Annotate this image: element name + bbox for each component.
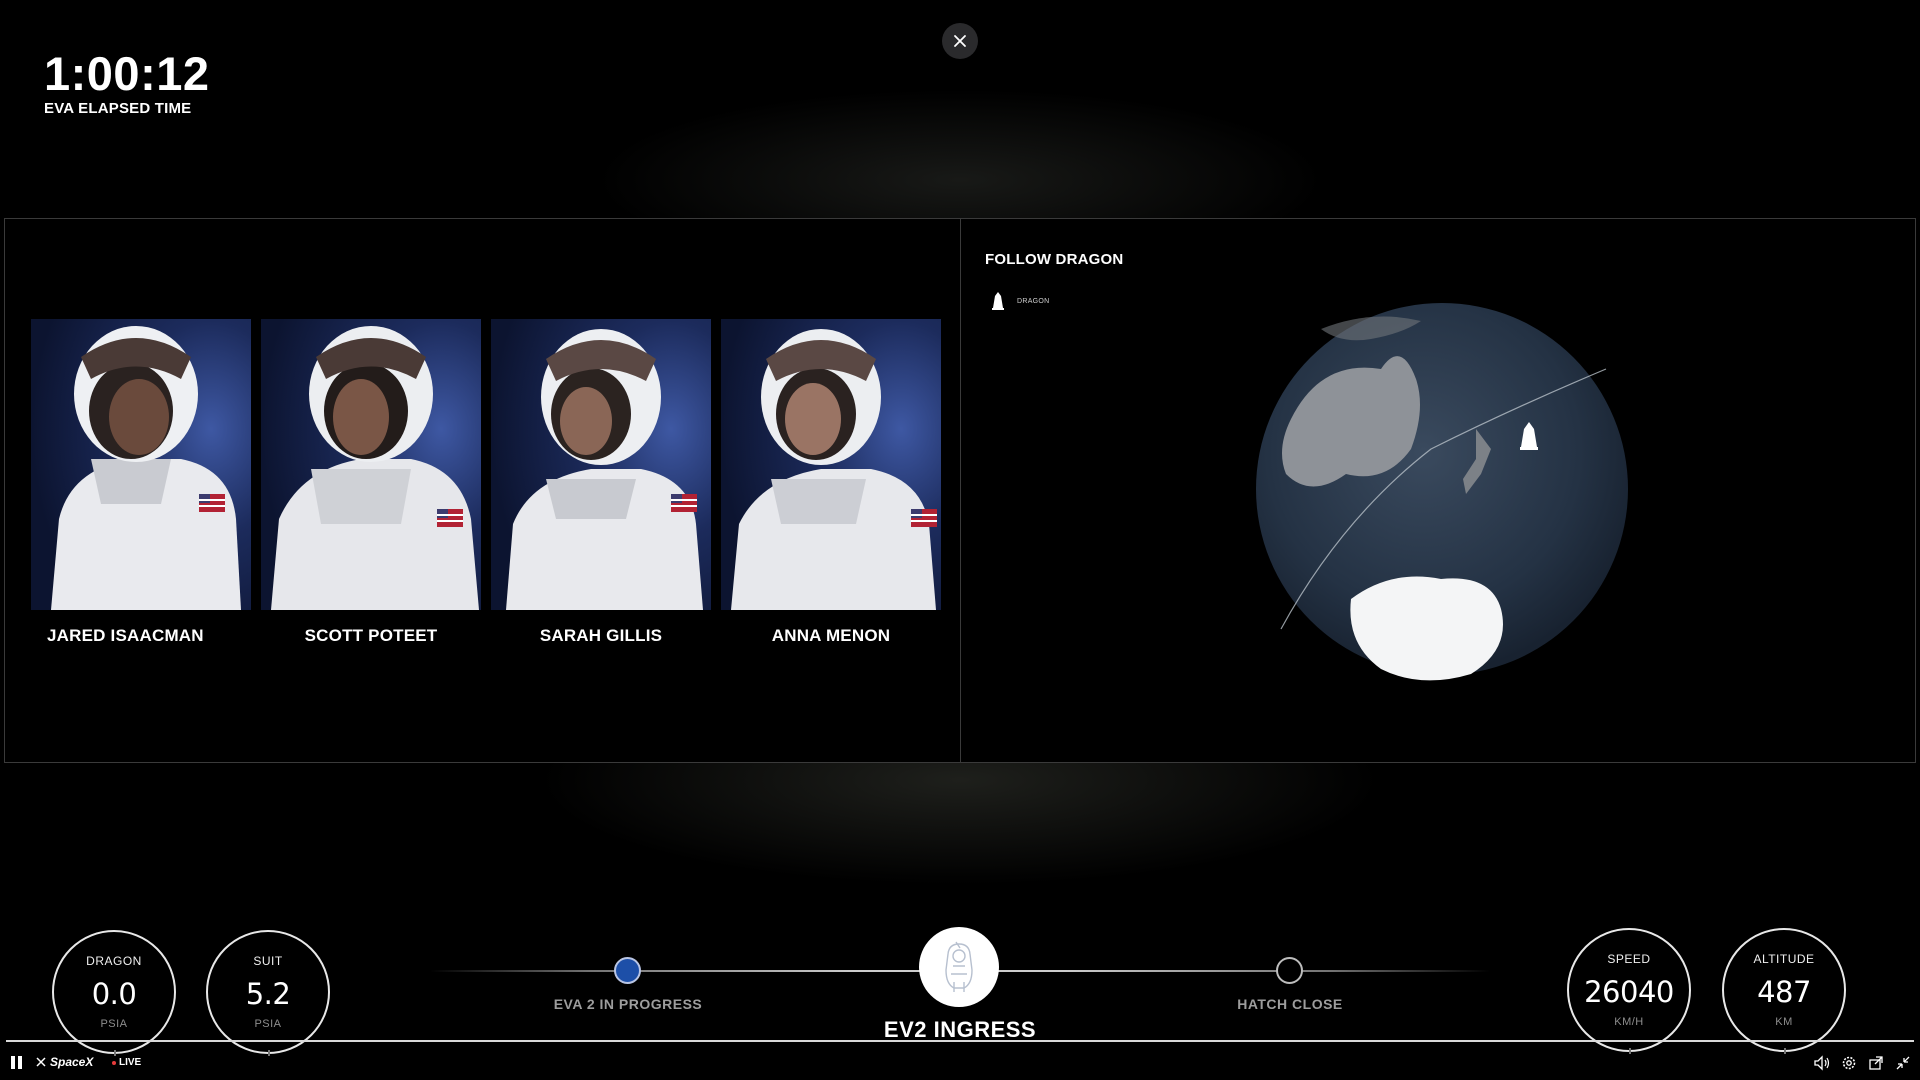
- crew-portrait: [721, 319, 941, 610]
- gauge-value: 5.2: [245, 977, 291, 1011]
- exit-fullscreen-button[interactable]: [1894, 1054, 1912, 1072]
- astronaut-ingress-icon: [945, 941, 973, 992]
- crew-panel: JARED ISAACMAN SCOTT POTEET SARAH GILLIS…: [4, 218, 961, 763]
- gauge-title: ALTITUDE: [1753, 952, 1815, 966]
- tracker-legend: DRAGON: [991, 291, 1050, 311]
- pause-icon: [11, 1056, 15, 1069]
- altitude-gauge: ALTITUDE 487 KM: [1722, 928, 1846, 1054]
- timeline-step-upcoming[interactable]: [1276, 957, 1303, 984]
- exit-fullscreen-icon: [1896, 1056, 1910, 1070]
- crew-name: SARAH GILLIS: [539, 626, 663, 645]
- astronaut-portrait-image: [271, 326, 479, 610]
- gauge-title: DRAGON: [86, 954, 142, 968]
- crew-name: ANNA MENON: [771, 626, 891, 645]
- timeline-next-step-label: HATCH CLOSE: [1237, 996, 1343, 1012]
- crew-name: JARED ISAACMAN: [47, 626, 204, 645]
- pause-icon: [18, 1056, 22, 1069]
- dragon-pressure-gauge: DRAGON 0.0 PSIA: [52, 930, 176, 1056]
- suit-pressure-gauge: SUIT 5.2 PSIA: [206, 930, 330, 1056]
- gauge-value: 0.0: [91, 977, 137, 1011]
- live-indicator[interactable]: LIVE: [112, 1057, 141, 1068]
- tracker-title: FOLLOW DRAGON: [985, 251, 1124, 268]
- earth-globe[interactable]: [1251, 299, 1671, 699]
- timeline-step-current[interactable]: [919, 927, 999, 1007]
- crew-names: JARED ISAACMAN SCOTT POTEET SARAH GILLIS…: [31, 626, 941, 646]
- speed-gauge: SPEED 26040 KM/H: [1567, 928, 1691, 1054]
- dragon-capsule-icon: [992, 292, 1004, 310]
- brand-name: SpaceX: [50, 1055, 94, 1069]
- close-icon: [954, 35, 966, 47]
- gauge-value: 26040: [1584, 975, 1674, 1009]
- popout-button[interactable]: [1867, 1054, 1885, 1072]
- spacex-logo-icon: [36, 1057, 46, 1067]
- legend-label: DRAGON: [1017, 297, 1050, 305]
- crew-name: SCOTT POTEET: [304, 626, 438, 645]
- elapsed-time-value: 1:00:12: [44, 47, 210, 100]
- live-label: LIVE: [119, 1057, 142, 1068]
- gauge-title: SPEED: [1607, 952, 1651, 966]
- dragon-tracker-panel: FOLLOW DRAGON DRAGON: [960, 218, 1916, 763]
- volume-icon: [1814, 1055, 1830, 1071]
- gauge-title: SUIT: [253, 954, 283, 968]
- gauge-value: 487: [1757, 975, 1811, 1009]
- crew-portraits: [31, 319, 941, 610]
- gauge-unit: KM/H: [1614, 1016, 1644, 1028]
- volume-button[interactable]: [1813, 1054, 1831, 1072]
- channel-brand[interactable]: SpaceX: [36, 1055, 93, 1069]
- astronaut-portrait-image: [51, 326, 241, 610]
- timeline-step-completed[interactable]: [614, 957, 641, 984]
- close-button[interactable]: [942, 23, 978, 59]
- eva-elapsed-timer: 1:00:12 EVA ELAPSED TIME: [44, 50, 210, 117]
- astronaut-portrait-image: [731, 329, 937, 610]
- video-progress-bar[interactable]: [6, 1040, 1914, 1042]
- crew-portrait: [31, 319, 251, 610]
- gauge-unit: PSIA: [254, 1018, 282, 1030]
- gauge-unit: PSIA: [100, 1018, 128, 1030]
- timeline-previous-step-label: EVA 2 IN PROGRESS: [553, 996, 703, 1012]
- video-player-controls: SpaceX LIVE: [0, 1050, 1920, 1080]
- globe-map[interactable]: [1251, 299, 1671, 699]
- live-dot-icon: [112, 1060, 116, 1065]
- elapsed-time-label: EVA ELAPSED TIME: [44, 100, 192, 117]
- settings-button[interactable]: [1840, 1054, 1858, 1072]
- popout-icon: [1869, 1056, 1883, 1070]
- gauge-unit: KM: [1775, 1016, 1793, 1028]
- gear-icon: [1842, 1056, 1856, 1070]
- crew-portrait: [261, 319, 481, 610]
- crew-portrait: [491, 319, 711, 610]
- astronaut-portrait-image: [506, 329, 703, 610]
- pause-button[interactable]: [11, 1056, 25, 1070]
